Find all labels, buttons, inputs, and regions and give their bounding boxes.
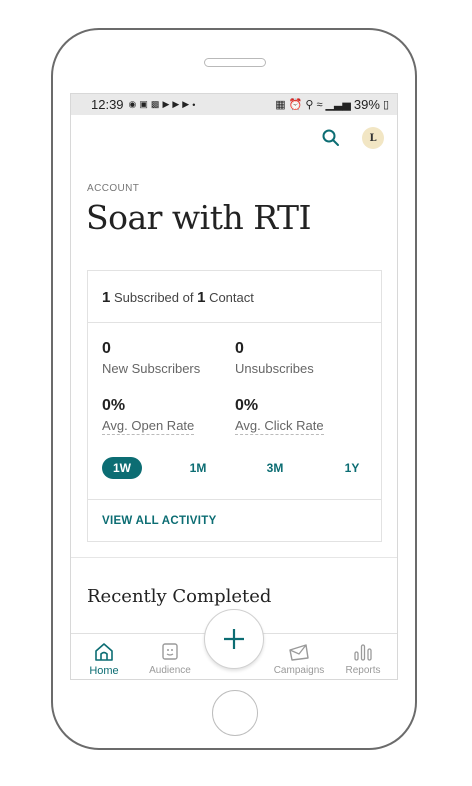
subscription-summary: 1 Subscribed of 1 Contact	[88, 271, 381, 323]
audience-summary-card: 1 Subscribed of 1 Contact 0 New Subscrib…	[87, 270, 382, 542]
stat-label: Unsubscribes	[235, 361, 314, 376]
avatar[interactable]: L	[362, 127, 384, 149]
contact-count: 1	[197, 289, 206, 306]
nav-reports-label: Reports	[345, 665, 381, 676]
range-1w-button[interactable]: 1W	[102, 457, 142, 479]
teams-icon: ▩	[150, 99, 160, 109]
search-icon[interactable]	[321, 128, 341, 148]
contact-label: Contact	[209, 290, 254, 305]
app-screen: 12:39 ◉ ▣ ▩ ▶ ▶ ▶ • ▦ ⏰ ⚲ ≈ ▁▃▅ 39% ▯ L …	[70, 93, 398, 680]
dot-icon: •	[192, 99, 196, 110]
section-divider	[71, 557, 397, 558]
campaigns-icon	[289, 644, 309, 661]
unsubscribes-stat: 0 Unsubscribes	[235, 340, 314, 376]
nav-home-label: Home	[89, 665, 119, 677]
nav-reports[interactable]: Reports	[333, 634, 393, 679]
battery-icon: ▯	[382, 99, 389, 111]
facebook-icon: ▣	[139, 99, 148, 109]
status-time: 12:39	[91, 97, 124, 112]
phone-home-button[interactable]	[212, 690, 258, 736]
stat-value: 0	[235, 340, 244, 357]
messenger-icon: ◉	[128, 99, 137, 109]
range-1y-button[interactable]: 1Y	[337, 457, 367, 479]
youtube-icon: ▶	[182, 99, 190, 109]
page-title: Soar with RTI	[86, 198, 312, 237]
range-3m-button[interactable]: 3M	[260, 457, 290, 479]
youtube-icon: ▶	[162, 99, 170, 109]
subscribed-count: 1	[102, 289, 111, 306]
nav-home[interactable]: Home	[74, 634, 134, 679]
create-button[interactable]	[204, 609, 264, 669]
status-bar: 12:39 ◉ ▣ ▩ ▶ ▶ ▶ • ▦ ⏰ ⚲ ≈ ▁▃▅ 39% ▯	[71, 94, 397, 115]
battery-percent: 39%	[353, 97, 380, 112]
stat-label: New Subscribers	[102, 361, 201, 376]
recently-completed-heading: Recently Completed	[87, 586, 272, 607]
stat-value: 0%	[235, 397, 259, 414]
stat-value: 0%	[102, 397, 126, 414]
audience-icon	[162, 643, 178, 660]
notification-icons: ◉ ▣ ▩ ▶ ▶ ▶ •	[129, 99, 196, 110]
location-icon: ⚲	[305, 99, 314, 111]
view-all-activity-link[interactable]: VIEW ALL ACTIVITY	[88, 499, 381, 543]
home-icon	[95, 643, 113, 661]
nav-campaigns[interactable]: Campaigns	[269, 634, 329, 679]
stat-value: 0	[102, 340, 111, 357]
range-1m-button[interactable]: 1M	[183, 457, 213, 479]
youtube-icon: ▶	[172, 99, 180, 109]
alarm-icon: ⏰	[288, 99, 303, 111]
plus-icon	[224, 629, 244, 649]
nav-campaigns-label: Campaigns	[273, 665, 325, 676]
nav-audience-label: Audience	[149, 665, 191, 676]
subscribed-label: Subscribed of	[113, 290, 194, 305]
stat-label[interactable]: Avg. Click Rate	[235, 418, 324, 435]
click-rate-stat: 0% Avg. Click Rate	[235, 397, 324, 435]
phone-speaker	[204, 58, 266, 67]
system-icons: ▦ ⏰ ⚲ ≈ ▁▃▅ 39% ▯	[275, 94, 389, 115]
nav-audience[interactable]: Audience	[140, 634, 200, 679]
stat-label[interactable]: Avg. Open Rate	[102, 418, 195, 435]
open-rate-stat: 0% Avg. Open Rate	[102, 397, 195, 435]
nfc-icon: ▦	[275, 99, 286, 111]
signal-icon: ▁▃▅	[325, 99, 351, 111]
reports-icon	[354, 644, 372, 661]
new-subscribers-stat: 0 New Subscribers	[102, 340, 200, 376]
account-eyebrow: ACCOUNT	[87, 183, 140, 194]
wifi-icon: ≈	[316, 98, 323, 111]
